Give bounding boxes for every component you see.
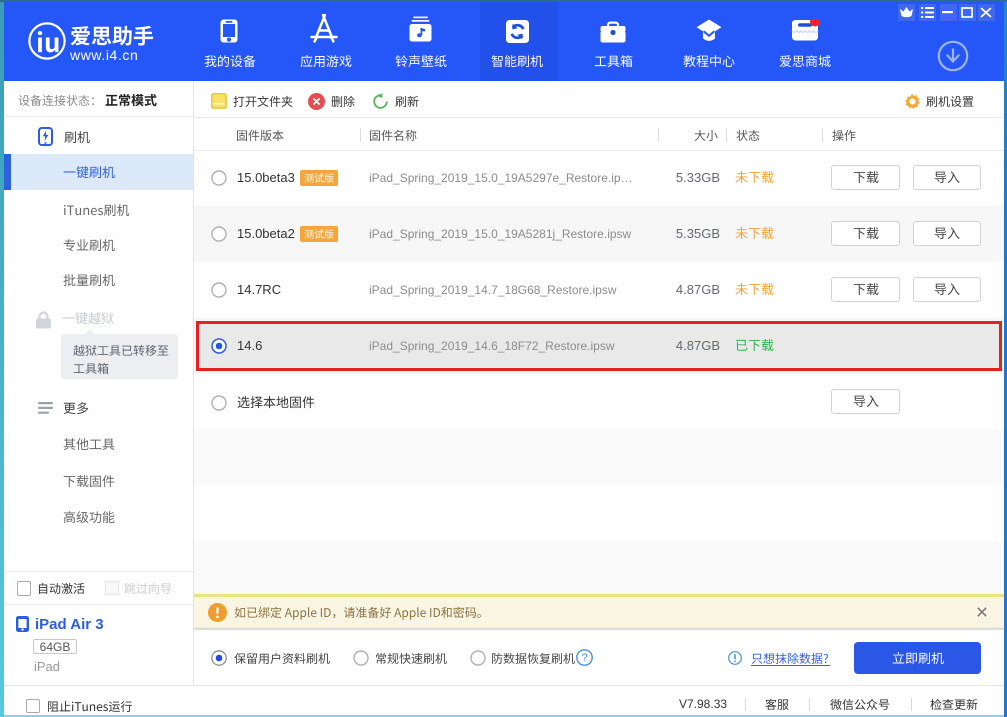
svg-text:?: ?	[581, 652, 587, 664]
